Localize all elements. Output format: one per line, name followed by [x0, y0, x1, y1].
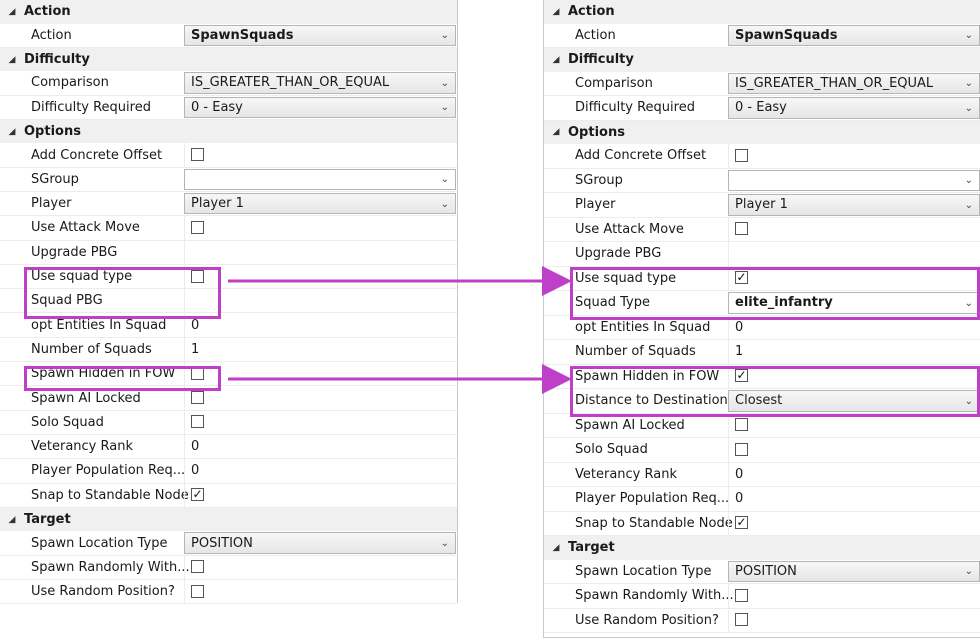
comparison-arrows: [228, 266, 572, 394]
